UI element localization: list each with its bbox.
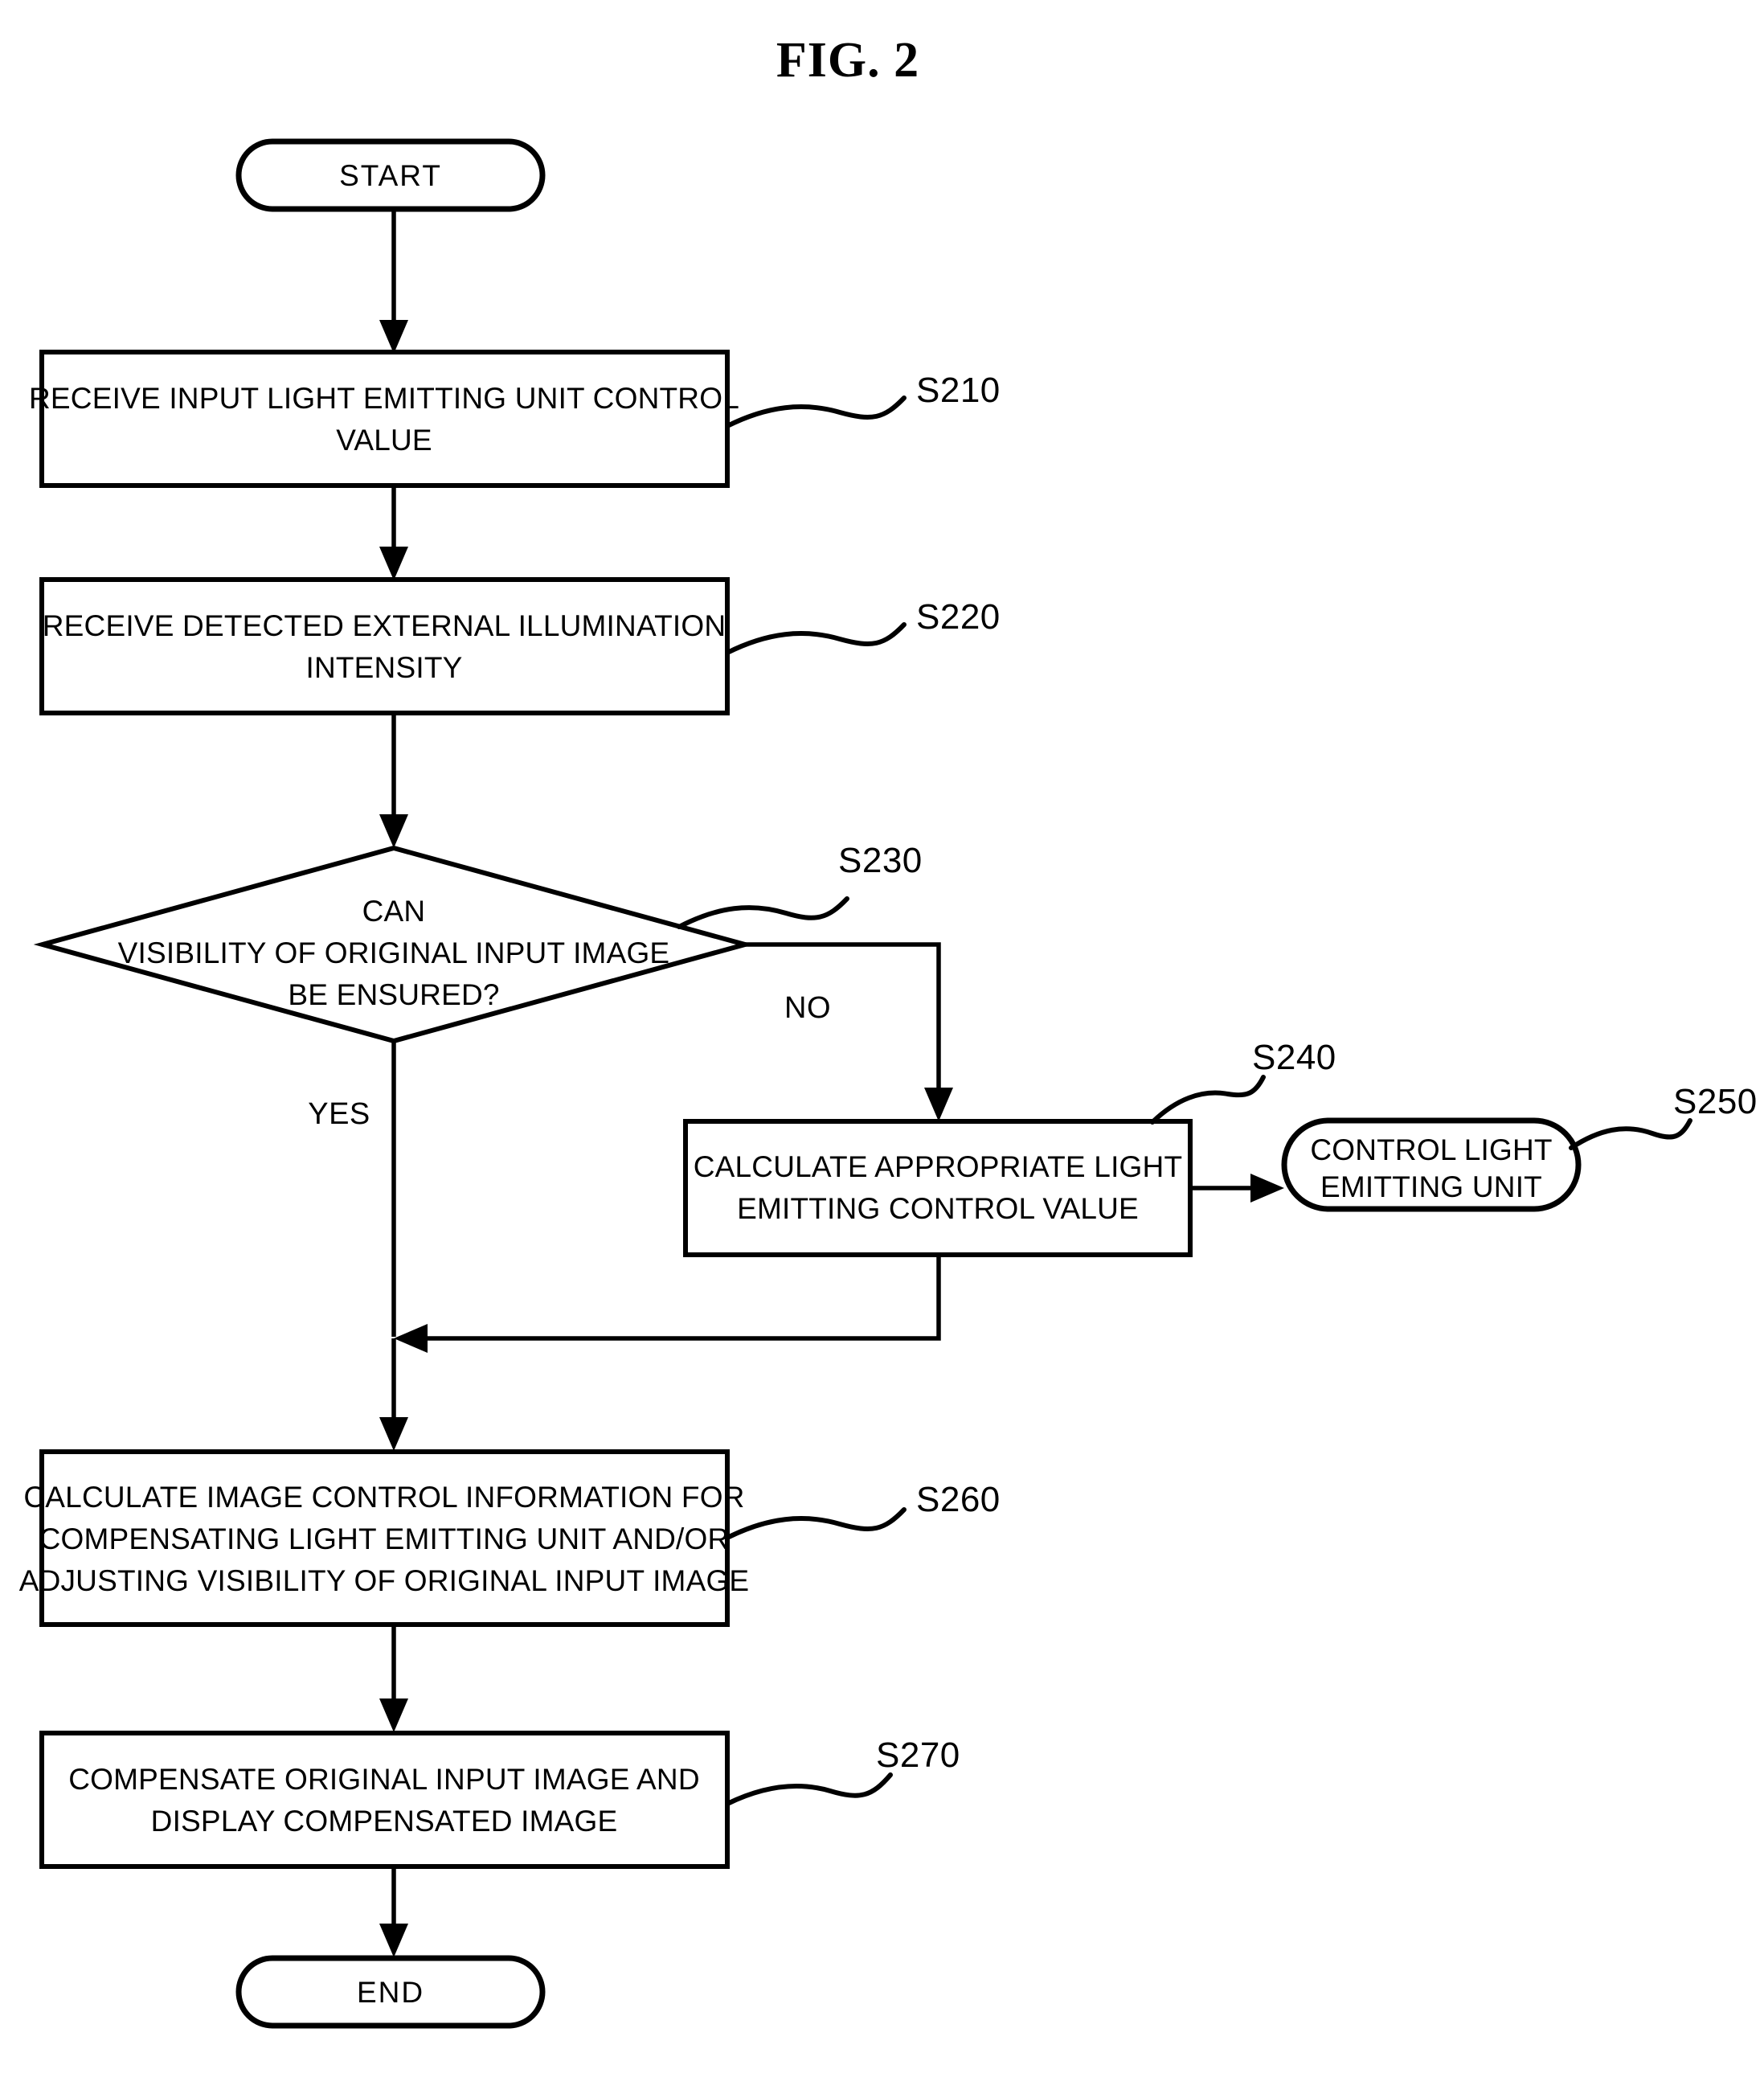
leader-line-s270 [725, 1772, 893, 1806]
process-box-s220-line-2: INTENSITY [305, 651, 462, 684]
process-box-s260-line-1: CALCULATE IMAGE CONTROL INFORMATION FOR [23, 1481, 744, 1514]
arrowhead-s270-to-end [379, 1924, 408, 1957]
leader-line-s230 [677, 896, 849, 929]
leader-line-s260 [725, 1507, 907, 1540]
reference-label-s230: S230 [838, 841, 923, 880]
terminator-node-s250-line-2: EMITTING UNIT [1320, 1170, 1542, 1203]
decision-diamond-s230-line-2: VISIBILITY OF ORIGINAL INPUT IMAGE [118, 936, 670, 969]
process-box-s260-line-2: COMPENSATING LIGHT EMITTING UNIT AND/OR [39, 1522, 730, 1555]
process-box-s210-line-1: RECEIVE INPUT LIGHT EMITTING UNIT CONTRO… [29, 382, 739, 415]
arrowhead-start-to-s210 [379, 320, 408, 354]
decision-diamond-s230-line-1: CAN [362, 895, 426, 928]
process-box-s270 [39, 1731, 730, 1869]
leader-line-s220 [725, 622, 907, 655]
start-node-label: START [339, 159, 442, 192]
branch-label-yes: YES [308, 1097, 370, 1131]
reference-label-s240: S240 [1252, 1038, 1336, 1077]
leader-line-s250 [1569, 1118, 1692, 1150]
figure-sheet: FIG. 2 START RECEIVE INPUT LIGHT EMITTIN… [0, 0, 1764, 2098]
branch-label-no: NO [784, 991, 831, 1025]
decision-diamond-s230-line-3: BE ENSURED? [288, 978, 499, 1011]
leader-line-s240 [1150, 1075, 1266, 1125]
page-title: FIG. 2 [776, 33, 919, 88]
connector-merge-to-main [411, 1255, 941, 1341]
end-node-label: END [357, 1976, 424, 2009]
arrowhead-to-s260 [379, 1417, 408, 1451]
arrowhead-s240-to-s250 [1250, 1174, 1284, 1203]
process-box-s220-line-1: RECEIVE DETECTED EXTERNAL ILLUMINATION [43, 609, 726, 642]
connector-no-branch [745, 942, 941, 1104]
process-box-s240 [683, 1119, 1193, 1257]
reference-label-s250: S250 [1673, 1082, 1758, 1121]
arrowhead-no-branch [924, 1088, 953, 1121]
flowchart-canvas: FIG. 2 START RECEIVE INPUT LIGHT EMITTIN… [19, 33, 1758, 2029]
reference-label-s270: S270 [876, 1735, 960, 1775]
process-box-s210 [39, 350, 730, 488]
process-box-s220 [39, 577, 730, 715]
process-box-s270-line-2: DISPLAY COMPENSATED IMAGE [151, 1805, 618, 1838]
reference-label-s260: S260 [916, 1480, 1001, 1519]
arrowhead-s260-to-s270 [379, 1698, 408, 1732]
process-box-s270-line-1: COMPENSATE ORIGINAL INPUT IMAGE AND [68, 1763, 700, 1796]
arrowhead-s220-to-s230 [379, 814, 408, 848]
reference-label-s210: S210 [916, 371, 1001, 410]
leader-line-s210 [725, 395, 907, 428]
reference-label-s220: S220 [916, 597, 1001, 637]
process-box-s240-line-2: EMITTING CONTROL VALUE [737, 1192, 1139, 1225]
process-box-s260-line-3: ADJUSTING VISIBILITY OF ORIGINAL INPUT I… [19, 1564, 750, 1597]
process-box-s210-line-2: VALUE [336, 424, 432, 457]
process-box-s240-line-1: CALCULATE APPROPRIATE LIGHT [694, 1150, 1183, 1183]
arrowhead-merge-to-main [394, 1324, 428, 1353]
arrowhead-s210-to-s220 [379, 547, 408, 580]
terminator-node-s250-line-1: CONTROL LIGHT [1310, 1133, 1552, 1166]
